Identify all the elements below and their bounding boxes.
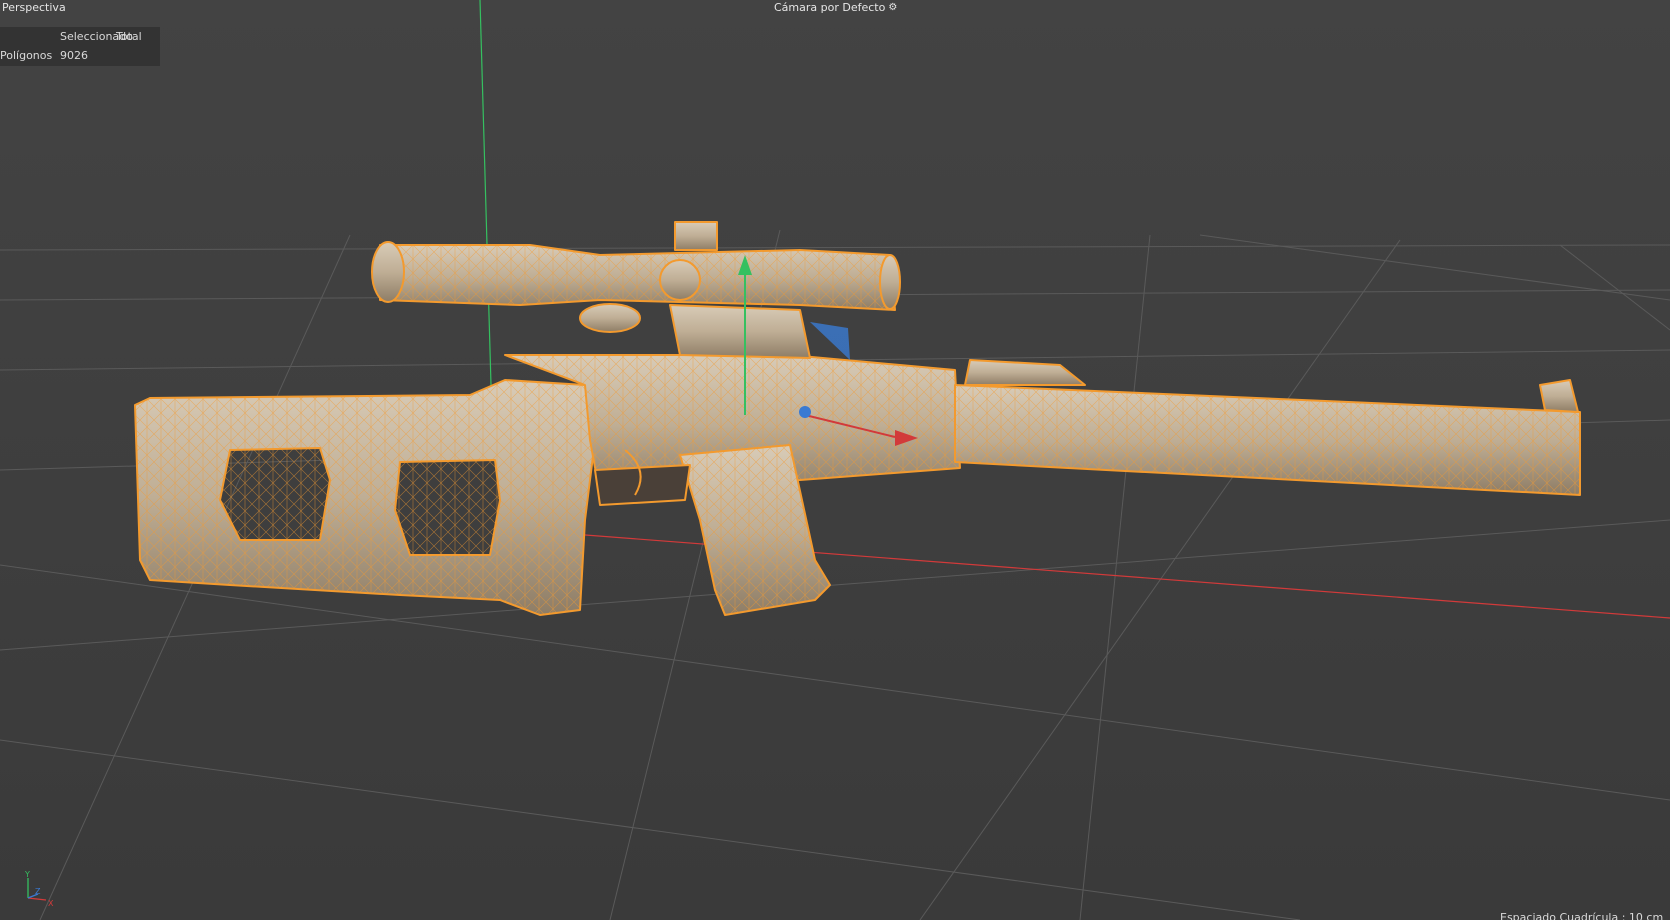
viewport-mode-label[interactable]: Perspectiva <box>0 1 68 14</box>
scope-eyepiece <box>371 241 405 303</box>
hud-polygons-row: Polígonos 9026 <box>0 47 160 65</box>
hud-header-row: Seleccionado Total <box>0 28 160 46</box>
camera-label-text: Cámara por Defecto <box>774 1 886 14</box>
scope-turret-top <box>674 221 718 251</box>
gizmo-plane-handle[interactable] <box>810 322 850 360</box>
hud-header-total: Total <box>116 30 142 43</box>
rifle-front-sight <box>1539 379 1579 413</box>
axis-z-label: Z <box>35 887 41 896</box>
rifle-trigger-guard[interactable] <box>594 464 691 506</box>
hud-polygons-label: Polígonos <box>0 49 53 62</box>
world-axis-x <box>519 529 1670 619</box>
axis-x-label: X <box>48 899 54 908</box>
scope-mount[interactable] <box>669 304 811 359</box>
axis-indicator: Y Z X <box>24 870 54 908</box>
scene-canvas[interactable] <box>0 0 1670 920</box>
rifle-rear-sight <box>964 359 1086 386</box>
scope-turret-side <box>659 259 701 301</box>
world-axis-y <box>479 0 493 421</box>
gizmo-z-handle[interactable] <box>799 406 811 418</box>
scope-objective-lens <box>879 254 901 310</box>
camera-options-icon[interactable]: ⚙ <box>888 2 897 13</box>
axis-y-label: Y <box>24 870 30 879</box>
scope-side-knob <box>579 303 641 333</box>
3d-viewport[interactable]: Perspectiva Cámara por Defecto ⚙ Selecci… <box>0 0 1670 920</box>
hud-polygons-value: 9026 <box>60 49 88 62</box>
stats-hud: Seleccionado Total Polígonos 9026 <box>0 27 160 66</box>
grid-spacing-label: Espaciado Cuadrícula : 10 cm <box>1500 911 1664 920</box>
camera-label[interactable]: Cámara por Defecto ⚙ <box>774 1 897 14</box>
